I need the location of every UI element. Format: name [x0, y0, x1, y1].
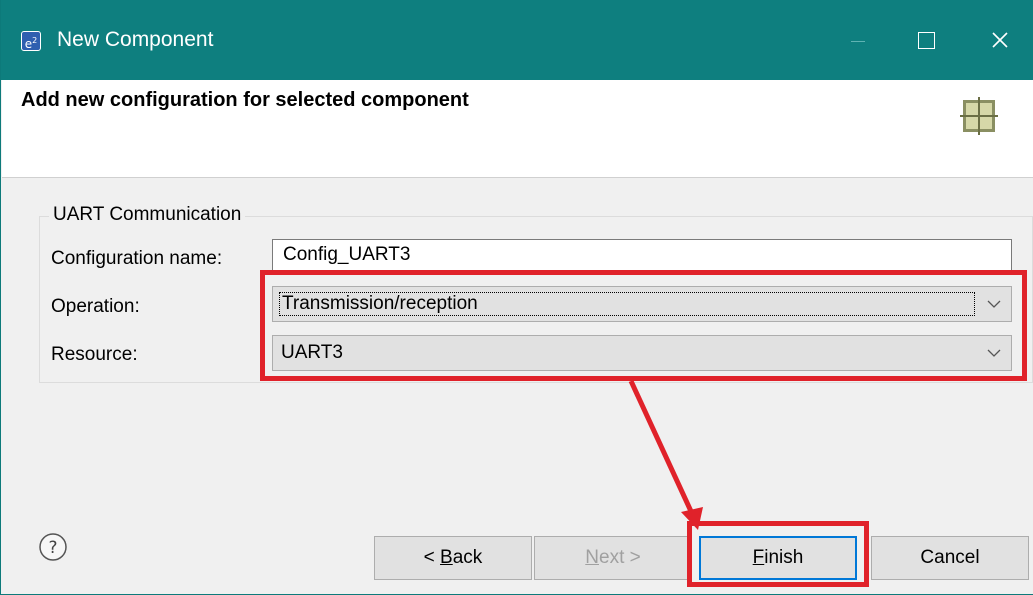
annotation-arrow — [628, 379, 703, 530]
new-component-dialog: e2 New Component Add new configuration f… — [0, 0, 1033, 595]
